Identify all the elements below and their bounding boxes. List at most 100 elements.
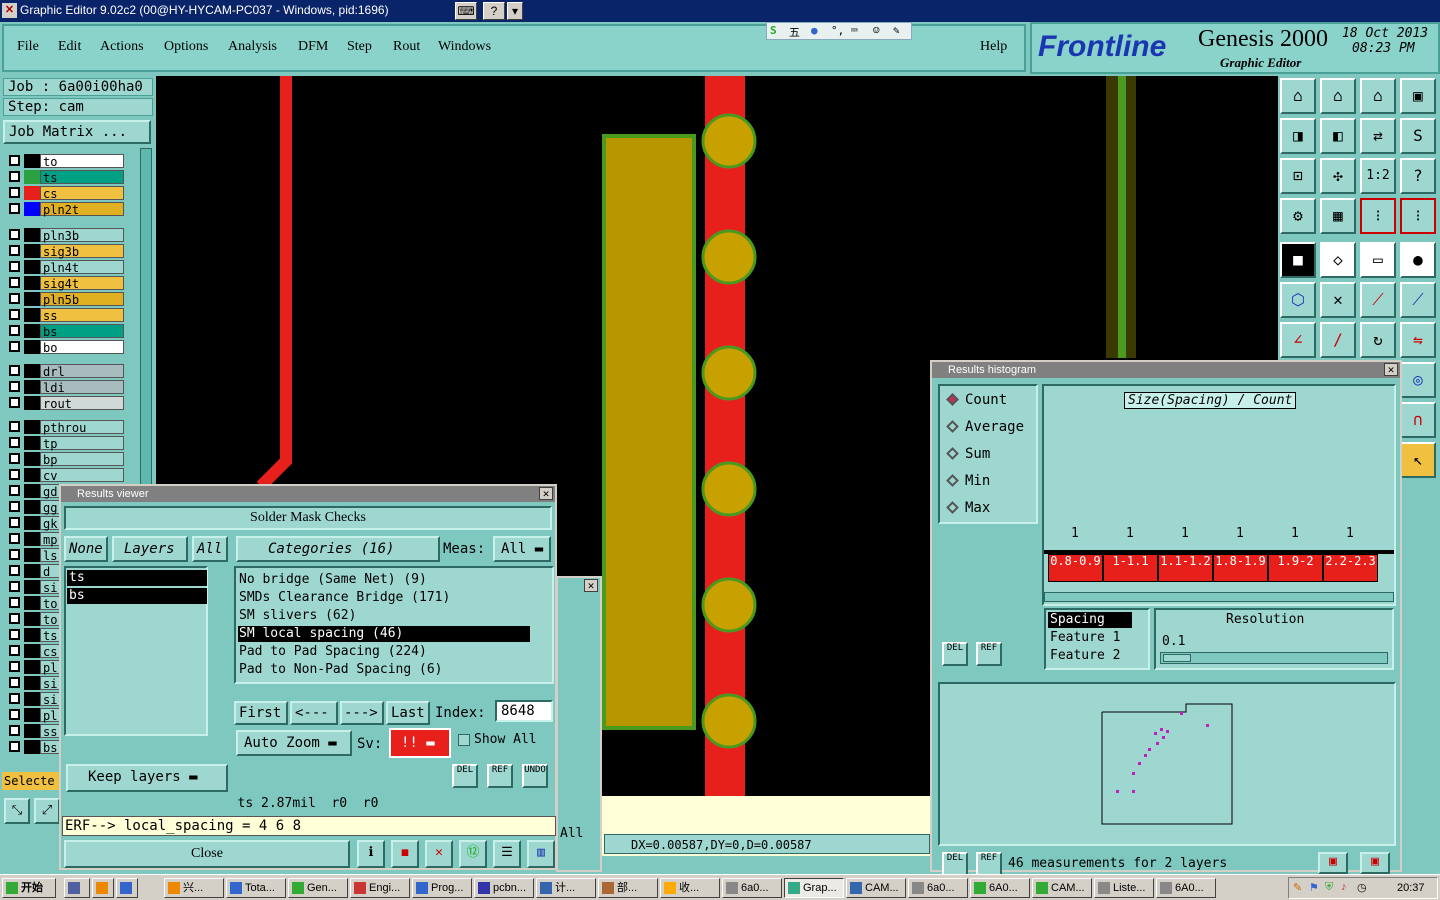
taskbar-button[interactable]: Grap... <box>784 878 844 898</box>
scale-icon[interactable]: 1:2 <box>1360 158 1396 194</box>
zoom-icon[interactable]: ⤢ <box>34 798 60 824</box>
menu-help[interactable]: Help <box>980 39 1007 55</box>
histogram-bar[interactable]: 1.1-1.2 <box>1158 554 1213 582</box>
menu-edit[interactable]: Edit <box>58 39 81 55</box>
tray-volume-icon[interactable]: ♪ <box>1341 881 1347 893</box>
taskbar-button[interactable]: CAM... <box>846 878 906 898</box>
taskbar-button[interactable]: pcbn... <box>474 878 534 898</box>
taskbar-button[interactable]: 6a0... <box>722 878 782 898</box>
auto-zoom-dropdown[interactable]: Auto Zoom ▬ <box>236 730 352 756</box>
ref-button[interactable]: REF <box>487 764 513 788</box>
slider-handle[interactable] <box>1163 654 1191 662</box>
layer-checkbox[interactable] <box>9 229 20 240</box>
del-button[interactable]: DEL <box>452 764 478 788</box>
taskbar-button[interactable]: Tota... <box>226 878 286 898</box>
settings-icon[interactable]: ⚙ <box>1280 198 1316 234</box>
layers-listbox[interactable]: ts bs <box>64 566 208 736</box>
layer-checkbox[interactable] <box>9 309 20 320</box>
layer-checkbox[interactable] <box>9 597 20 608</box>
ime-s-icon[interactable]: S <box>770 24 777 37</box>
draw-icon[interactable]: ◇ <box>1320 242 1356 278</box>
layer-row[interactable]: bo <box>6 340 126 355</box>
layer-row[interactable]: cv <box>6 468 126 483</box>
layer-name[interactable]: bp <box>40 452 124 467</box>
snap-icon[interactable]: ⁝ <box>1360 198 1396 234</box>
layer-checkbox[interactable] <box>9 725 20 736</box>
layer-checkbox[interactable] <box>9 261 20 272</box>
layer-row[interactable]: pln2t <box>6 202 126 217</box>
help-icon[interactable]: ? <box>483 2 505 20</box>
layer-row[interactable]: pln3b <box>6 228 126 243</box>
fit-icon[interactable]: ⊡ <box>1280 158 1316 194</box>
layer-color-swatch[interactable] <box>24 380 40 394</box>
layer-color-swatch[interactable] <box>24 580 40 594</box>
chart-scrollbar[interactable] <box>1044 592 1394 602</box>
sv-dropdown[interactable]: !! ▬ <box>389 728 451 758</box>
layer-name[interactable]: to <box>40 154 124 169</box>
layer-color-swatch[interactable] <box>24 468 40 482</box>
layer-name[interactable]: pln3b <box>40 228 124 243</box>
layer-checkbox[interactable] <box>9 277 20 288</box>
layer-checkbox[interactable] <box>9 629 20 640</box>
layer-checkbox[interactable] <box>9 741 20 752</box>
layer-color-swatch[interactable] <box>24 396 40 410</box>
ime-tool-icon[interactable]: ✎ <box>893 24 900 37</box>
menu-file[interactable]: File <box>17 39 39 55</box>
layer-color-swatch[interactable] <box>24 452 40 466</box>
layer-checkbox[interactable] <box>9 453 20 464</box>
layer-checkbox[interactable] <box>9 397 20 408</box>
clock[interactable]: 20:37 <box>1397 882 1425 894</box>
mode-radio-sum[interactable]: Sum <box>946 446 990 462</box>
category-item[interactable]: SM local spacing (46) <box>238 626 530 642</box>
move-left-icon[interactable]: ◨ <box>1280 118 1316 154</box>
layer-checkbox[interactable] <box>9 155 20 166</box>
layer-color-swatch[interactable] <box>24 436 40 450</box>
layer-color-swatch[interactable] <box>24 564 40 578</box>
layer-checkbox[interactable] <box>9 485 20 496</box>
box-icon[interactable]: ◼ <box>391 840 419 868</box>
snap2-icon[interactable]: ⁝ <box>1400 198 1436 234</box>
layer-checkbox[interactable] <box>9 381 20 392</box>
nodes-icon[interactable]: ⬡ <box>1280 282 1316 318</box>
categories-button[interactable]: Categories (16) <box>236 536 440 562</box>
category-item[interactable]: No bridge (Same Net) (9) <box>238 572 530 588</box>
ruler-icon[interactable]: ▭ <box>1360 242 1396 278</box>
list-item[interactable]: Spacing <box>1048 612 1132 628</box>
question-icon[interactable]: ? <box>1400 158 1436 194</box>
grid-icon[interactable]: ▦ <box>1320 198 1356 234</box>
layer-row[interactable]: cs <box>6 186 126 201</box>
layer-row[interactable]: pln4t <box>6 260 126 275</box>
layer-checkbox[interactable] <box>9 533 20 544</box>
keyboard-icon[interactable]: ⌨ <box>455 2 477 20</box>
layer-checkbox[interactable] <box>9 293 20 304</box>
layer-name[interactable]: pln2t <box>40 202 124 217</box>
layer-color-swatch[interactable] <box>24 644 40 658</box>
shapes-icon[interactable]: ◎ <box>1400 362 1436 398</box>
layer-color-swatch[interactable] <box>24 660 40 674</box>
resize-icon[interactable]: ⤡ <box>4 798 30 824</box>
dropdown-icon[interactable]: ▾ <box>507 2 523 20</box>
layer-checkbox[interactable] <box>9 203 20 214</box>
layer-name[interactable]: cs <box>40 186 124 201</box>
ref-button-2[interactable]: REF <box>976 852 1002 876</box>
layer-color-swatch[interactable] <box>24 628 40 642</box>
taskbar-button[interactable]: Gen... <box>288 878 348 898</box>
menu-step[interactable]: Step <box>347 39 372 55</box>
layer-name[interactable]: pln4t <box>40 260 124 275</box>
layer-row[interactable]: sig3b <box>6 244 126 259</box>
layer-checkbox[interactable] <box>9 661 20 672</box>
layer-color-swatch[interactable] <box>24 276 40 290</box>
layer-color-swatch[interactable] <box>24 500 40 514</box>
layer-name[interactable]: sig4t <box>40 276 124 291</box>
layer-checkbox[interactable] <box>9 709 20 720</box>
layer-color-swatch[interactable] <box>24 516 40 530</box>
layer-checkbox[interactable] <box>9 171 20 182</box>
mode-radio-min[interactable]: Min <box>946 473 990 489</box>
layer-color-swatch[interactable] <box>24 692 40 706</box>
meas-dropdown[interactable]: All ▬ <box>493 536 551 562</box>
menu-analysis[interactable]: Analysis <box>228 39 277 55</box>
layer-row[interactable]: pthrou <box>6 420 126 435</box>
layer-checkbox[interactable] <box>9 693 20 704</box>
export-icon[interactable]: ▣ <box>1318 852 1348 874</box>
layer-color-swatch[interactable] <box>24 676 40 690</box>
